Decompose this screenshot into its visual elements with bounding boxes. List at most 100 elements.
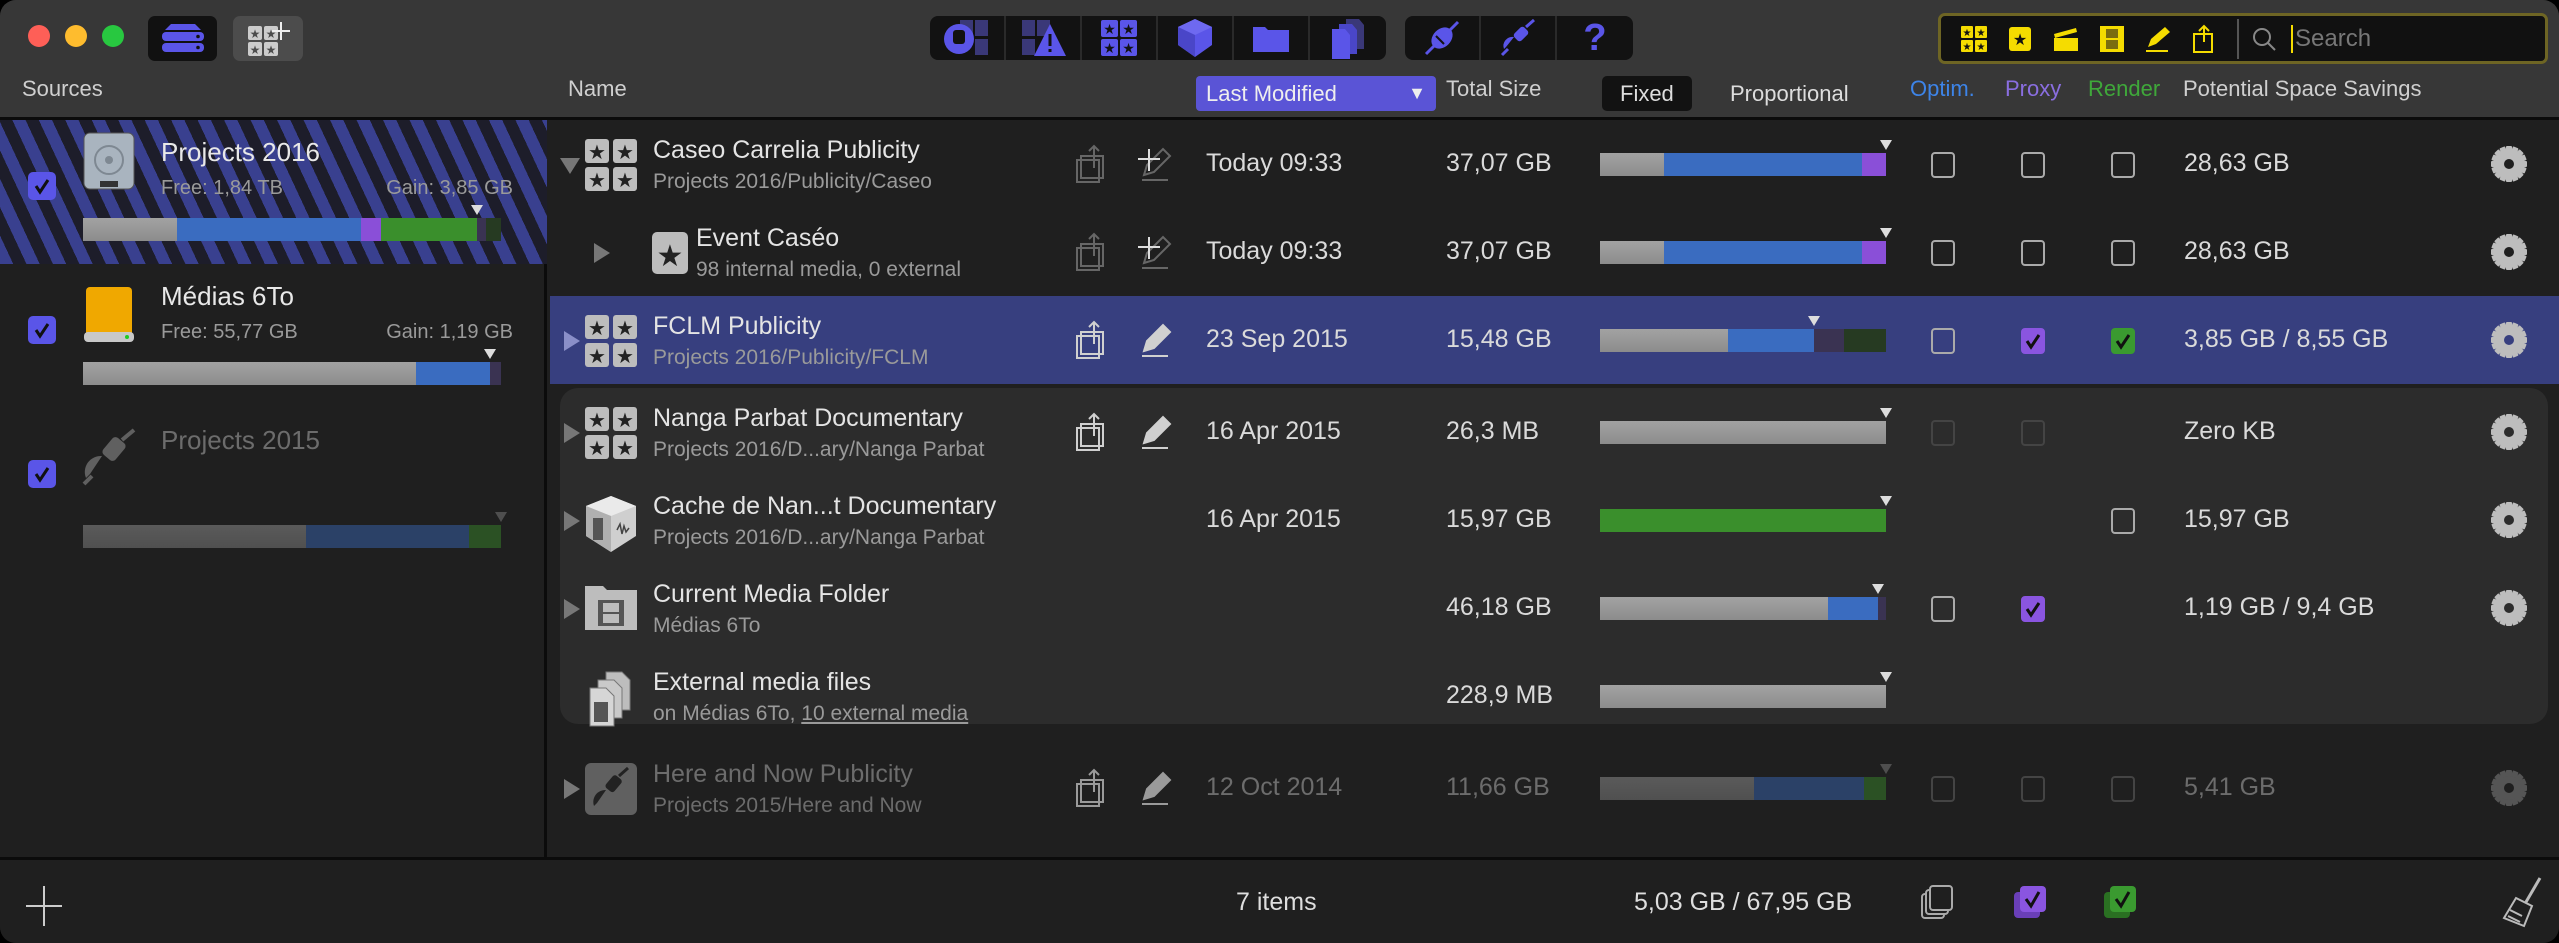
proxy-all-icon[interactable]	[2010, 882, 2050, 922]
threshold-marker[interactable]	[1807, 316, 1820, 326]
bar-segment-gray	[1600, 329, 1728, 352]
threshold-marker[interactable]	[1871, 584, 1884, 594]
share-button[interactable]	[1073, 768, 1113, 808]
threshold-marker[interactable]	[1880, 672, 1892, 682]
gear-icon[interactable]	[2491, 770, 2527, 806]
disclosure-collapsed-icon[interactable]	[564, 599, 580, 619]
filter-disconnected-button[interactable]	[1481, 16, 1557, 60]
render-column-header[interactable]: Render	[2088, 76, 2160, 102]
render-all-icon[interactable]	[2100, 882, 2140, 922]
filter-media-toggle[interactable]	[2093, 23, 2131, 55]
optim-checkbox[interactable]	[1931, 240, 1955, 266]
source-checkbox[interactable]	[28, 460, 56, 488]
minimize-window-button[interactable]	[65, 25, 87, 47]
disclosure-collapsed-icon[interactable]	[564, 511, 580, 531]
share-button[interactable]	[1073, 232, 1113, 272]
savings-column-header[interactable]: Potential Space Savings	[2183, 76, 2422, 102]
proxy-column-header[interactable]: Proxy	[2005, 76, 2061, 102]
optim-all-icon[interactable]	[1918, 882, 1958, 922]
share-button[interactable]	[1073, 412, 1113, 452]
name-column-header[interactable]: Name	[568, 76, 627, 102]
threshold-marker[interactable]	[471, 205, 484, 215]
filter-files-button[interactable]	[1310, 16, 1386, 60]
filter-libraries-button[interactable]: ★ ★ ★ ★	[1082, 16, 1158, 60]
bar-mode-proportional-button[interactable]: Proportional	[1712, 76, 1867, 111]
sources-toggle-button[interactable]	[148, 16, 217, 61]
table-row[interactable]: ★ ★ ★ ★ Caseo Carrelia Publicity Projects 201…	[550, 120, 2559, 208]
filter-connected-button[interactable]	[1405, 16, 1481, 60]
close-window-button[interactable]	[28, 25, 50, 47]
total-size-column-header[interactable]: Total Size	[1446, 76, 1541, 102]
table-row[interactable]: Current Media Folder Médias 6To 46,18 GB 1,…	[550, 564, 2559, 652]
gear-icon[interactable]	[2491, 414, 2527, 450]
threshold-marker[interactable]	[1880, 764, 1892, 774]
proxy-checkbox[interactable]	[2021, 152, 2045, 178]
zoom-window-button[interactable]	[102, 25, 124, 47]
gear-icon[interactable]	[2491, 322, 2527, 358]
svg-text:★: ★	[1103, 21, 1116, 37]
add-source-button[interactable]	[26, 884, 62, 928]
bar-mode-fixed-button[interactable]: Fixed	[1602, 76, 1692, 111]
threshold-marker[interactable]	[483, 349, 496, 359]
filter-libraries-toggle[interactable]: ★ ★ ★ ★	[1955, 23, 1993, 55]
source-checkbox[interactable]	[28, 172, 56, 200]
edit-button[interactable]	[1136, 768, 1176, 808]
threshold-marker[interactable]	[1880, 408, 1892, 418]
optim-column-header[interactable]: Optim.	[1910, 76, 1975, 102]
filter-edits-toggle[interactable]	[2139, 23, 2177, 55]
gear-icon[interactable]	[2491, 590, 2527, 626]
proxy-checkbox[interactable]	[2021, 240, 2045, 266]
threshold-marker[interactable]	[1880, 496, 1892, 506]
help-button[interactable]: ?	[1557, 16, 1633, 60]
add-library-button[interactable]: ★ ★ ★ ★	[233, 16, 303, 61]
share-button[interactable]	[1073, 320, 1113, 360]
disclosure-collapsed-icon[interactable]	[564, 331, 580, 351]
filter-caches-button[interactable]	[1158, 16, 1234, 60]
edit-button[interactable]	[1136, 412, 1176, 452]
optim-checkbox[interactable]	[1931, 328, 1955, 354]
share-button[interactable]	[1073, 144, 1113, 184]
proxy-checkbox[interactable]	[2021, 328, 2045, 354]
threshold-marker[interactable]	[495, 512, 507, 522]
optim-checkbox[interactable]	[1931, 596, 1955, 622]
threshold-marker[interactable]	[1880, 140, 1892, 150]
proxy-checkbox[interactable]	[2021, 596, 2045, 622]
sort-by-select[interactable]: Last Modified ▼	[1196, 76, 1436, 111]
source-item[interactable]: Projects 2016 Free: 1,84 TB Gain: 3,85 GB	[0, 120, 547, 264]
disclosure-collapsed-icon[interactable]	[564, 779, 580, 799]
render-checkbox[interactable]	[2111, 328, 2135, 354]
gear-icon[interactable]	[2491, 234, 2527, 270]
filter-folders-button[interactable]	[1234, 16, 1310, 60]
render-checkbox[interactable]	[2111, 240, 2135, 266]
add-edit-button[interactable]	[1136, 232, 1176, 272]
render-checkbox[interactable]	[2111, 508, 2135, 534]
gear-icon[interactable]	[2491, 502, 2527, 538]
table-row[interactable]: ★ Event Caséo 98 internal media, 0 externa…	[550, 208, 2559, 296]
table-row[interactable]: ★ ★ ★ ★ Nanga Parbat Documentary Projects 201…	[550, 388, 2559, 476]
filter-warnings-button[interactable]	[1006, 16, 1082, 60]
filter-events-toggle[interactable]: ★	[2001, 23, 2039, 55]
search-input[interactable]	[2291, 24, 2511, 53]
table-row[interactable]: ★ ★ ★ ★ FCLM Publicity Projects 2016/Publicit…	[550, 296, 2559, 384]
table-row[interactable]: Here and Now Publicity Projects 2015/Here…	[550, 744, 2559, 832]
render-checkbox[interactable]	[2111, 152, 2135, 178]
filter-shares-toggle[interactable]	[2185, 23, 2223, 55]
disclosure-expanded-icon[interactable]	[560, 158, 580, 174]
source-item[interactable]: Médias 6To Free: 55,77 GB Gain: 1,19 GB	[0, 264, 547, 408]
disclosure-collapsed-icon[interactable]	[594, 243, 610, 263]
edit-button[interactable]	[1136, 320, 1176, 360]
broom-clean-icon[interactable]	[2500, 876, 2546, 928]
add-edit-button[interactable]	[1136, 144, 1176, 184]
threshold-marker[interactable]	[1880, 228, 1892, 238]
gear-icon[interactable]	[2491, 146, 2527, 182]
optim-checkbox[interactable]	[1931, 152, 1955, 178]
disclosure-collapsed-icon[interactable]	[564, 423, 580, 443]
filter-unused-button[interactable]	[930, 16, 1006, 60]
external-media-link[interactable]: 10 external media	[801, 702, 968, 725]
source-item[interactable]: Projects 2015	[0, 408, 547, 552]
table-row[interactable]: Cache de Nan...t Documentary Projects 201…	[550, 476, 2559, 564]
table-row[interactable]: External media files on Médias 6To, 10 ex…	[550, 652, 2559, 740]
source-checkbox[interactable]	[28, 316, 56, 344]
pencil-icon	[1142, 771, 1172, 805]
filter-projects-toggle[interactable]	[2047, 23, 2085, 55]
